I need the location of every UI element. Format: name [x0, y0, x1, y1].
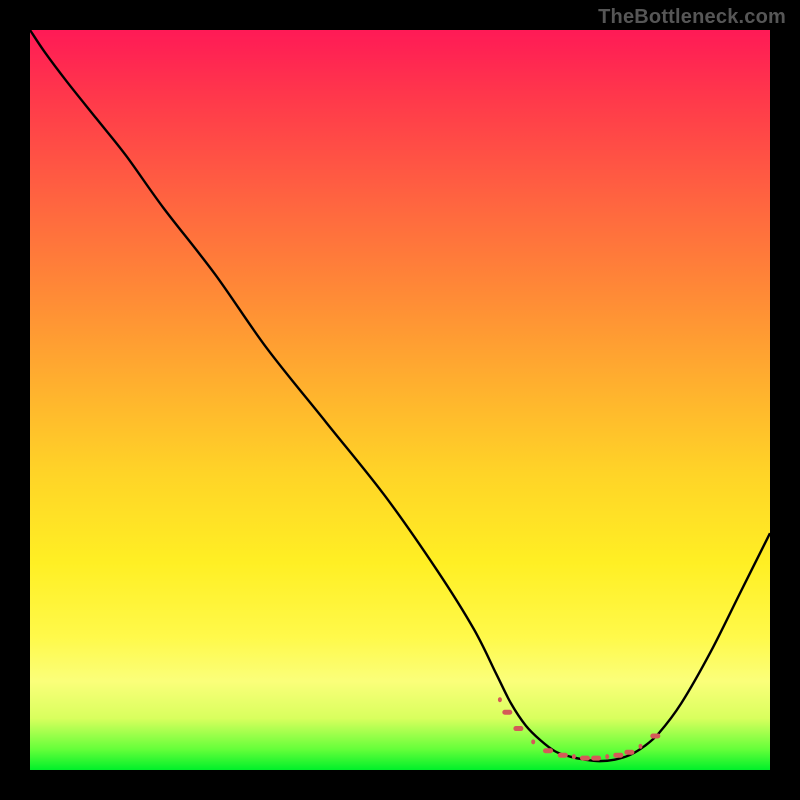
optimal-marker: [624, 750, 634, 755]
plot-area: [30, 30, 770, 770]
chart-root: TheBottleneck.com: [0, 0, 800, 800]
optimal-marker: [572, 754, 576, 759]
optimal-marker: [558, 753, 568, 758]
optimal-marker: [580, 756, 590, 761]
optimal-marker: [502, 710, 512, 715]
optimal-marker: [639, 744, 643, 749]
optimal-marker: [513, 726, 523, 731]
curve-layer: [30, 30, 770, 770]
optimal-marker: [650, 733, 660, 738]
optimal-marker: [605, 754, 609, 759]
optimal-marker: [498, 697, 502, 702]
optimal-marker: [531, 739, 535, 744]
optimal-marker: [591, 756, 601, 761]
bottleneck-curve: [30, 30, 770, 761]
optimal-marker: [543, 748, 553, 753]
attribution-text: TheBottleneck.com: [598, 6, 786, 29]
optimal-marker: [613, 753, 623, 758]
